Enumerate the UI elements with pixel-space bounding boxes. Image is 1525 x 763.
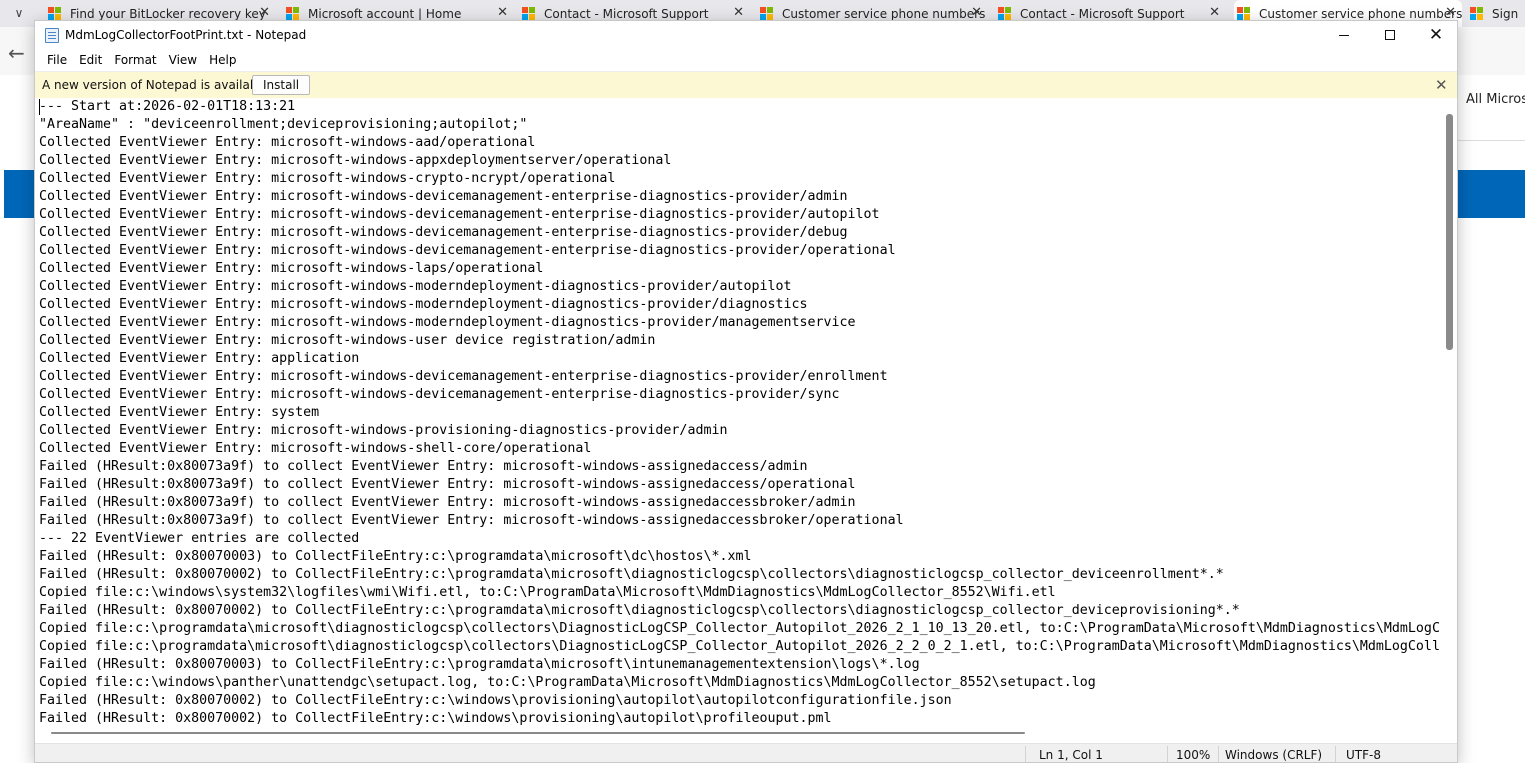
- text-line: Collected EventViewer Entry: system: [39, 405, 320, 420]
- microsoft-logo-icon: [1237, 6, 1251, 21]
- text-line: Copied file:c:\programdata\microsoft\dia…: [39, 639, 1440, 654]
- text-line: Collected EventViewer Entry: microsoft-w…: [39, 225, 848, 240]
- maximize-button[interactable]: [1367, 21, 1413, 49]
- text-line: Collected EventViewer Entry: microsoft-w…: [39, 279, 792, 294]
- text-line: Collected EventViewer Entry: microsoft-w…: [39, 297, 808, 312]
- microsoft-logo-icon: [48, 6, 62, 21]
- microsoft-logo-icon: [760, 6, 774, 21]
- browser-tab-label: Contact - Microsoft Support: [544, 6, 709, 21]
- text-line: Failed (HResult: 0x80070002) to CollectF…: [39, 693, 952, 708]
- zoom-level[interactable]: 100%: [1176, 748, 1210, 762]
- text-line: Collected EventViewer Entry: microsoft-w…: [39, 243, 896, 258]
- text-line: Failed (HResult: 0x80070002) to CollectF…: [39, 711, 832, 726]
- menu-file[interactable]: File: [41, 51, 73, 69]
- notepad-app-icon: [45, 28, 59, 43]
- text-line: Collected EventViewer Entry: microsoft-w…: [39, 171, 616, 186]
- text-line: --- Start at:2026-02-01T18:13:21: [39, 99, 296, 114]
- status-separator: [1025, 746, 1026, 762]
- page-divider: [1458, 140, 1525, 141]
- dismiss-infobar-icon[interactable]: ✕: [1435, 76, 1448, 94]
- notepad-window: MdmLogCollectorFootPrint.txt - Notepad ✕…: [34, 20, 1458, 763]
- maximize-icon: [1385, 30, 1395, 40]
- update-info-bar: A new version of Notepad is available. I…: [35, 71, 1457, 98]
- menu-format[interactable]: Format: [108, 51, 162, 69]
- browser-tab-label: Find your BitLocker recovery key: [70, 6, 266, 21]
- browser-tab-label: Customer service phone numbers: [782, 6, 986, 21]
- text-line: Collected EventViewer Entry: microsoft-w…: [39, 189, 848, 204]
- close-tab-icon[interactable]: ✕: [733, 5, 744, 20]
- minimize-icon: [1339, 34, 1349, 36]
- install-button[interactable]: Install: [252, 75, 311, 95]
- close-tab-icon[interactable]: ✕: [259, 5, 270, 20]
- menu-view[interactable]: View: [163, 51, 203, 69]
- browser-tab-label: Sign: [1492, 6, 1519, 21]
- text-line: Collected EventViewer Entry: microsoft-w…: [39, 315, 856, 330]
- vertical-scrollbar-thumb[interactable]: [1446, 114, 1453, 350]
- text-line: Failed (HResult: 0x80070002) to CollectF…: [39, 603, 1240, 618]
- microsoft-logo-icon: [998, 6, 1012, 21]
- text-line: Failed (HResult:0x80073a9f) to collect E…: [39, 513, 904, 528]
- text-line: Collected EventViewer Entry: microsoft-w…: [39, 333, 656, 348]
- status-bar: Ln 1, Col 1 100% Windows (CRLF) UTF-8: [35, 743, 1457, 762]
- status-separator: [1218, 746, 1219, 762]
- text-line: "AreaName" : "deviceenrollment;devicepro…: [39, 117, 528, 132]
- text-line: Collected EventViewer Entry: microsoft-w…: [39, 441, 592, 456]
- update-message: A new version of Notepad is available.: [42, 78, 272, 92]
- text-line: Collected EventViewer Entry: microsoft-w…: [39, 153, 672, 168]
- text-line: Failed (HResult: 0x80070002) to CollectF…: [39, 567, 1224, 582]
- text-line: Copied file:c:\windows\panther\unattendg…: [39, 675, 1096, 690]
- horizontal-scrollbar-thumb[interactable]: [51, 732, 1025, 734]
- microsoft-logo-icon: [522, 6, 536, 21]
- browser-tab-label: Contact - Microsoft Support: [1020, 6, 1185, 21]
- title-bar[interactable]: MdmLogCollectorFootPrint.txt - Notepad ✕: [35, 21, 1457, 49]
- microsoft-logo-icon: [1470, 6, 1484, 21]
- text-line: Failed (HResult:0x80073a9f) to collect E…: [39, 495, 856, 510]
- tab-list-chevron-icon[interactable]: ∨: [8, 6, 30, 22]
- close-tab-icon[interactable]: ✕: [1445, 5, 1456, 20]
- menu-bar: File Edit Format View Help: [35, 49, 1457, 71]
- menu-help[interactable]: Help: [203, 51, 242, 69]
- cursor-position: Ln 1, Col 1: [1039, 748, 1103, 762]
- close-button[interactable]: ✕: [1413, 21, 1457, 49]
- text-line: Failed (HResult:0x80073a9f) to collect E…: [39, 459, 808, 474]
- close-tab-icon[interactable]: ✕: [1209, 5, 1220, 20]
- status-separator: [1335, 746, 1336, 762]
- text-line: Collected EventViewer Entry: microsoft-w…: [39, 369, 888, 384]
- microsoft-logo-icon: [286, 6, 300, 21]
- text-encoding[interactable]: UTF-8: [1346, 748, 1381, 762]
- minimize-button[interactable]: [1321, 21, 1367, 49]
- menu-edit[interactable]: Edit: [73, 51, 108, 69]
- close-tab-icon[interactable]: ✕: [497, 5, 508, 20]
- text-line: Collected EventViewer Entry: microsoft-w…: [39, 261, 544, 276]
- text-line: Copied file:c:\programdata\microsoft\dia…: [39, 621, 1440, 636]
- text-line: --- 22 EventViewer entries are collected: [39, 531, 360, 546]
- text-line: Collected EventViewer Entry: application: [39, 351, 360, 366]
- text-editor[interactable]: --- Start at:2026-02-01T18:13:21 "AreaNam…: [35, 98, 1443, 746]
- text-line: Collected EventViewer Entry: microsoft-w…: [39, 387, 840, 402]
- browser-tab-label: Customer service phone numbers: [1259, 6, 1462, 21]
- text-line: Failed (HResult: 0x80070003) to CollectF…: [39, 657, 920, 672]
- text-line: Collected EventViewer Entry: microsoft-w…: [39, 423, 728, 438]
- all-microsoft-menu[interactable]: All Microso: [1466, 92, 1525, 107]
- text-line: Failed (HResult: 0x80070003) to CollectF…: [39, 549, 752, 564]
- browser-tab-label: Microsoft account | Home: [308, 6, 462, 21]
- status-separator: [1167, 746, 1168, 762]
- text-line: Copied file:c:\windows\system32\logfiles…: [39, 585, 1056, 600]
- text-line: Collected EventViewer Entry: microsoft-w…: [39, 207, 880, 222]
- close-tab-icon[interactable]: ✕: [971, 5, 982, 20]
- window-title: MdmLogCollectorFootPrint.txt - Notepad: [65, 28, 307, 42]
- text-line: Failed (HResult:0x80073a9f) to collect E…: [39, 477, 856, 492]
- line-ending[interactable]: Windows (CRLF): [1225, 748, 1322, 762]
- back-arrow-icon[interactable]: ←: [8, 41, 25, 65]
- text-line: Collected EventViewer Entry: microsoft-w…: [39, 135, 536, 150]
- browser-tab[interactable]: Sign: [1470, 0, 1525, 27]
- close-icon: ✕: [1428, 24, 1444, 45]
